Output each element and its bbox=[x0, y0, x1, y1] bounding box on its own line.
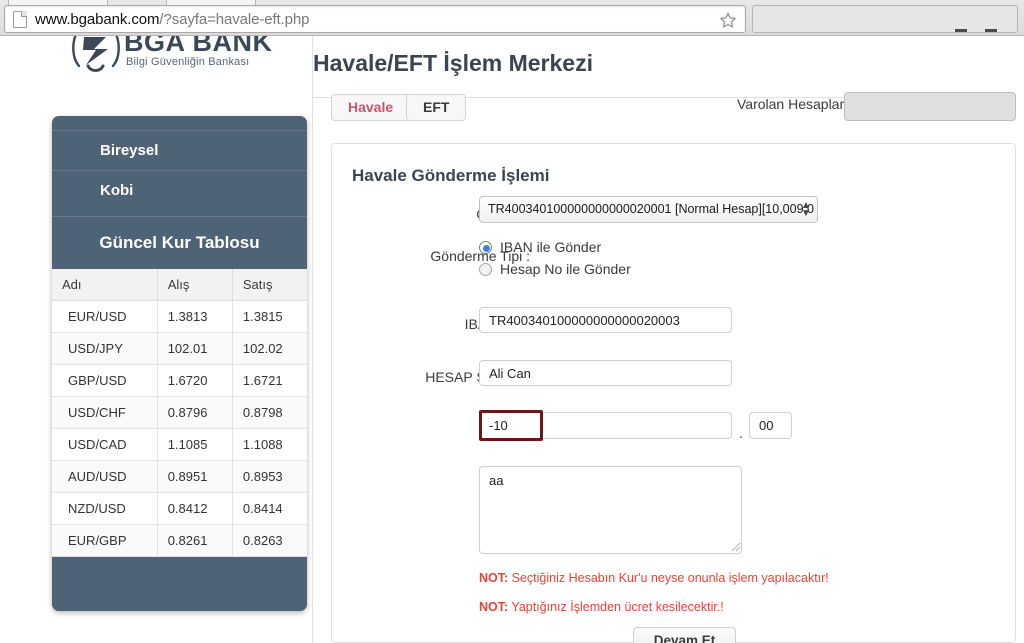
page-document-icon bbox=[13, 10, 27, 28]
exchange-rates-table: Adı Alış Satış EUR/USD 1.3813 1.3815 USD/JP… bbox=[52, 269, 307, 557]
sidebar-item-kobi[interactable]: Kobi bbox=[52, 170, 307, 210]
cell-buy-rate: 0.8261 bbox=[157, 524, 233, 557]
address-bar[interactable]: www.bgabank.com/?sayfa=havale-eft.php bbox=[4, 5, 746, 33]
logo-tagline: Bilgi Güvenliğin Bankası bbox=[126, 56, 250, 68]
exchange-rates-body: EUR/USD 1.3813 1.3815 USD/JPY 102.01 102.02 GB… bbox=[52, 300, 307, 557]
iban-no-input[interactable] bbox=[479, 307, 732, 333]
warning-message-2: NOT: Yaptığınız İşlemden ücret kesilecek… bbox=[479, 600, 724, 614]
cell-currency-name: USD/JPY bbox=[52, 332, 158, 365]
cell-currency-name: EUR/GBP bbox=[52, 524, 158, 557]
form-heading: Havale Gönderme İşlemi bbox=[352, 166, 550, 185]
column-header-sell: Satış bbox=[232, 269, 307, 301]
cell-sell-rate: 1.6721 bbox=[232, 364, 307, 397]
radio-iban-label: IBAN ile Gönder bbox=[500, 239, 602, 255]
existing-accounts-select[interactable] bbox=[844, 92, 1016, 121]
table-row: USD/JPY 102.01 102.02 bbox=[52, 332, 307, 365]
transfer-form-panel: Havale Gönderme İşlemi Ödeme : TR4003401… bbox=[331, 143, 1016, 643]
site-logo[interactable]: BGA BANK Bilgi Güvenliğin Bankası bbox=[62, 36, 312, 76]
odeme-select[interactable]: TR400340100000000000020001 [Normal Hesap… bbox=[479, 196, 818, 223]
cell-sell-rate: 0.8798 bbox=[232, 396, 307, 429]
sidebar-item-bireysel[interactable]: Bireysel bbox=[52, 130, 307, 170]
cell-currency-name: AUD/USD bbox=[52, 460, 158, 493]
browser-chrome: www.bgabank.com/?sayfa=havale-eft.php bbox=[0, 0, 1024, 36]
radio-hesap-no-ile-gonder[interactable]: Hesap No ile Gönder bbox=[479, 261, 631, 277]
table-row: USD/CAD 1.1085 1.1088 bbox=[52, 428, 307, 461]
browser-search-box[interactable] bbox=[752, 5, 1018, 33]
cell-sell-rate: 1.1088 bbox=[232, 428, 307, 461]
cell-currency-name: USD/CHF bbox=[52, 396, 158, 429]
star-icon[interactable] bbox=[719, 11, 737, 29]
cell-buy-rate: 102.01 bbox=[157, 332, 233, 365]
window-control-minimize[interactable] bbox=[955, 29, 967, 32]
bga-bank-logo-icon bbox=[72, 36, 120, 72]
address-bar-url: www.bgabank.com/?sayfa=havale-eft.php bbox=[35, 11, 309, 28]
table-row: GBP/USD 1.6720 1.6721 bbox=[52, 364, 307, 397]
cell-buy-rate: 1.6720 bbox=[157, 364, 233, 397]
url-host: www.bgabank.com bbox=[35, 10, 160, 28]
warning-message-1: NOT: Seçtiğiniz Hesabın Kur'u neyse onun… bbox=[479, 571, 829, 585]
cell-sell-rate: 0.8953 bbox=[232, 460, 307, 493]
table-row: EUR/GBP 0.8261 0.8263 bbox=[52, 524, 307, 557]
not-textarea[interactable]: aa bbox=[479, 466, 742, 554]
radio-dot-selected-icon bbox=[479, 240, 492, 254]
table-row: EUR/USD 1.3813 1.3815 bbox=[52, 300, 307, 333]
cell-buy-rate: 1.3813 bbox=[157, 300, 233, 333]
radio-iban-ile-gonder[interactable]: IBAN ile Gönder bbox=[479, 239, 601, 255]
page-title: Havale/EFT İşlem Merkezi bbox=[313, 50, 593, 76]
column-header-buy: Alış bbox=[157, 269, 233, 301]
cell-buy-rate: 0.8951 bbox=[157, 460, 233, 493]
cell-buy-rate: 1.1085 bbox=[157, 428, 233, 461]
odeme-select-value: TR400340100000000000020001 [Normal Hesap… bbox=[488, 202, 814, 216]
miktar-input[interactable] bbox=[479, 412, 732, 439]
warning-text-2: Yaptığınız İşlemden ücret kesilecektir.! bbox=[508, 600, 724, 614]
sidebar-footer bbox=[52, 557, 307, 611]
tab-havale[interactable]: Havale bbox=[331, 94, 411, 121]
table-row: NZD/USD 0.8412 0.8414 bbox=[52, 492, 307, 525]
chevron-updown-icon: ▲ ▼ bbox=[801, 200, 811, 219]
page-viewport: BGA BANK Bilgi Güvenliğin Bankası Bireys… bbox=[0, 36, 1024, 643]
warning-text-1: Seçtiğiniz Hesabın Kur'u neyse onunla iş… bbox=[508, 571, 829, 585]
hesap-sahibi-input[interactable] bbox=[479, 360, 732, 386]
cell-sell-rate: 102.02 bbox=[232, 332, 307, 365]
column-header-name: Adı bbox=[52, 269, 158, 301]
submit-button[interactable]: Devam Et bbox=[633, 627, 736, 643]
existing-accounts-label: Varolan Hesaplar: bbox=[737, 96, 849, 112]
sidebar-nav: Bireysel Kobi bbox=[52, 116, 307, 216]
tab-eft[interactable]: EFT bbox=[406, 94, 467, 121]
miktar-decimal-separator: . bbox=[739, 425, 743, 441]
cell-currency-name: NZD/USD bbox=[52, 492, 158, 525]
table-header-row: Adı Alış Satış bbox=[52, 269, 307, 301]
cell-buy-rate: 0.8412 bbox=[157, 492, 233, 525]
radio-hesap-label: Hesap No ile Gönder bbox=[500, 261, 631, 277]
cell-buy-rate: 0.8796 bbox=[157, 396, 233, 429]
logo-wordmark: BGA BANK bbox=[124, 36, 273, 57]
exchange-rates-title: Güncel Kur Tablosu bbox=[52, 216, 307, 269]
warning-prefix-1: NOT: bbox=[479, 571, 509, 585]
url-path: /?sayfa=havale-eft.php bbox=[159, 10, 310, 28]
cell-sell-rate: 0.8414 bbox=[232, 492, 307, 525]
warning-prefix-2: NOT: bbox=[479, 600, 509, 614]
sidebar: Bireysel Kobi Güncel Kur Tablosu Adı Alı… bbox=[52, 116, 307, 611]
radio-dot-unselected-icon bbox=[479, 262, 492, 276]
cell-currency-name: EUR/USD bbox=[52, 300, 158, 333]
table-row: USD/CHF 0.8796 0.8798 bbox=[52, 396, 307, 429]
column-divider bbox=[312, 36, 313, 643]
miktar-cents-input[interactable] bbox=[749, 412, 792, 439]
window-control-maximize[interactable] bbox=[985, 29, 997, 32]
cell-sell-rate: 0.8263 bbox=[232, 524, 307, 557]
table-row: AUD/USD 0.8951 0.8953 bbox=[52, 460, 307, 493]
cell-sell-rate: 1.3815 bbox=[232, 300, 307, 333]
cell-currency-name: USD/CAD bbox=[52, 428, 158, 461]
cell-currency-name: GBP/USD bbox=[52, 364, 158, 397]
